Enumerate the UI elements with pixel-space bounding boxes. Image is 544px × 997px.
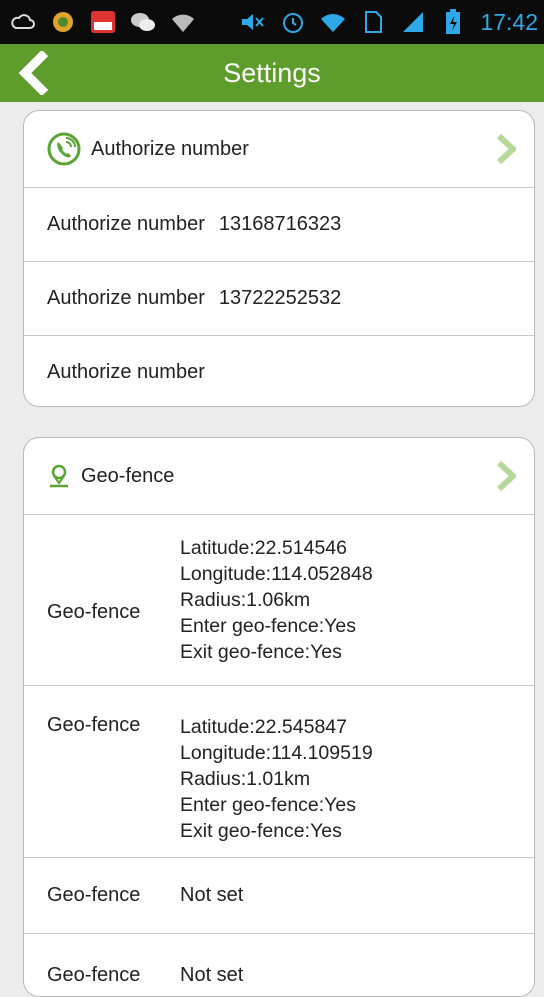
page-title: Settings <box>223 57 321 88</box>
status-bar-left <box>10 9 196 35</box>
geo-fence-label: Geo-fence <box>47 964 141 986</box>
latitude-text: Latitude:22.514546 <box>180 537 347 559</box>
geo-fence-row-3[interactable]: Geo-fence Not set <box>24 858 534 934</box>
sim-icon <box>360 9 386 35</box>
geo-fence-status: Not set <box>180 964 244 986</box>
authorize-number-card: Authorize number Authorize number 131687… <box>23 110 535 407</box>
battery-icon <box>440 9 466 35</box>
enter-geo-fence-text: Enter geo-fence:Yes <box>180 794 356 816</box>
authorize-number-heading: Authorize number <box>91 137 249 160</box>
status-time: 17:42 <box>480 8 538 35</box>
geo-fence-label: Geo-fence <box>47 714 141 736</box>
authorize-number-label: Authorize number <box>47 213 205 235</box>
geo-fence-label: Geo-fence <box>47 600 141 623</box>
phone-icon <box>47 132 81 166</box>
status-bar-right: 17:42 <box>240 9 538 36</box>
geo-fence-title-group: Geo-fence <box>47 463 174 489</box>
app-icon <box>50 9 76 35</box>
cloud-notification-icon <box>10 9 36 35</box>
mute-icon <box>240 9 266 35</box>
wifi-signal-icon <box>170 9 196 35</box>
chevron-right-icon <box>496 461 516 491</box>
longitude-text: Longitude:114.052848 <box>180 563 373 585</box>
radius-text: Radius:1.06km <box>180 589 311 611</box>
enter-geo-fence-text: Enter geo-fence:Yes <box>180 615 356 637</box>
letv-icon <box>90 9 116 35</box>
longitude-text: Longitude:114.109519 <box>180 742 373 764</box>
authorize-number-row-3[interactable]: Authorize number <box>24 336 534 406</box>
signal-icon <box>400 9 426 35</box>
alarm-icon <box>280 9 306 35</box>
authorize-number-title-group: Authorize number <box>47 132 249 166</box>
authorize-number-header[interactable]: Authorize number <box>24 111 534 188</box>
geo-fence-heading: Geo-fence <box>81 464 175 487</box>
status-bar: 17:42 <box>0 0 544 44</box>
wechat-icon <box>130 9 156 35</box>
latitude-text: Latitude:22.545847 <box>180 716 347 738</box>
chevron-right-icon <box>496 134 516 164</box>
back-button[interactable] <box>0 44 70 102</box>
app-bar: Settings <box>0 44 544 102</box>
geo-fence-row-2[interactable]: Geo-fence Latitude:22.545847 Longitude:1… <box>24 686 534 858</box>
geo-fence-details: Latitude:22.545847 Longitude:114.109519 … <box>180 714 373 844</box>
authorize-number-row-2[interactable]: Authorize number 13722252532 <box>24 262 534 336</box>
exit-geo-fence-text: Exit geo-fence:Yes <box>180 820 342 842</box>
radius-text: Radius:1.01km <box>180 768 311 790</box>
wifi-icon <box>320 9 346 35</box>
geo-fence-details: Latitude:22.514546 Longitude:114.052848 … <box>180 535 373 665</box>
authorize-number-label: Authorize number <box>47 360 205 383</box>
back-chevron-icon <box>18 51 49 95</box>
geo-fence-row-4[interactable]: Geo-fence Not set <box>24 934 534 996</box>
geo-fence-row-1[interactable]: Geo-fence Latitude:22.514546 Longitude:1… <box>24 515 534 686</box>
geo-fence-card: Geo-fence Geo-fence Latitude:22.514546 L… <box>23 437 535 997</box>
authorize-number-value: 13168716323 <box>218 213 342 235</box>
authorize-number-row-1[interactable]: Authorize number 13168716323 <box>24 188 534 262</box>
authorize-number-value: 13722252532 <box>218 287 342 309</box>
exit-geo-fence-text: Exit geo-fence:Yes <box>180 641 342 663</box>
geo-fence-header[interactable]: Geo-fence <box>24 438 534 515</box>
geo-fence-label: Geo-fence <box>47 884 141 906</box>
geo-fence-status: Not set <box>180 884 244 906</box>
authorize-number-label: Authorize number <box>47 287 205 309</box>
location-pin-icon <box>50 464 68 488</box>
